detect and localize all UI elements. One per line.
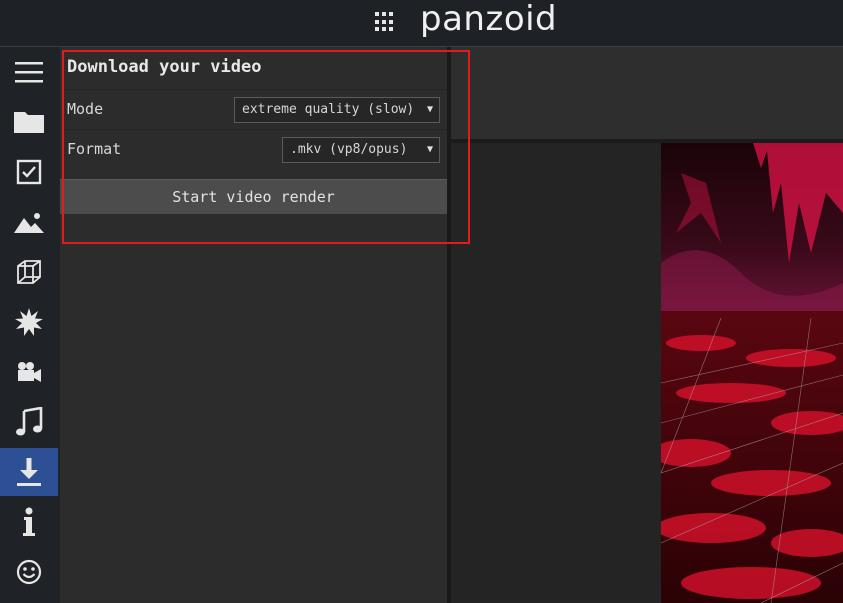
nav-download[interactable] [0,448,58,496]
menu-icon [15,62,43,83]
music-icon [16,407,43,436]
nav-about[interactable] [0,548,58,596]
nav-3d[interactable] [0,248,58,296]
burst-icon [15,308,43,336]
icon-sidebar [0,47,60,603]
menu-button[interactable] [0,48,58,96]
apps-grid-icon[interactable] [375,12,395,32]
cube-icon [17,260,41,284]
video-preview[interactable] [661,143,843,603]
folder-icon [14,112,44,133]
info-icon [23,507,35,536]
format-select[interactable]: .mkv (vp8/opus) ▼ [282,137,440,163]
top-bar: panzoid [0,0,843,47]
smiley-icon [16,559,42,585]
nav-info[interactable] [0,498,58,546]
mode-select[interactable]: extreme quality (slow) ▼ [234,97,440,123]
nav-effects[interactable] [0,298,58,346]
format-value: .mkv (vp8/opus) [290,142,408,157]
download-icon [17,458,41,486]
image-icon [14,213,44,233]
camera-icon [18,362,41,382]
nav-folder[interactable] [0,98,58,146]
format-label: Format [67,140,122,158]
panel-title: Download your video [67,57,262,77]
format-row: Format .mkv (vp8/opus) ▼ [60,129,447,170]
mode-value: extreme quality (slow) [242,102,415,117]
viewer-toolbar [451,47,843,143]
nav-checkbox[interactable] [0,148,58,196]
mode-label: Mode [67,100,104,118]
nav-music[interactable] [0,398,58,446]
download-panel: Download your video Mode extreme quality… [60,47,447,603]
brand-logo[interactable]: panzoid [420,0,557,43]
checkbox-icon [16,159,42,185]
start-render-button[interactable]: Start video render [60,179,447,214]
dropdown-arrow-icon: ▼ [426,144,433,155]
preview-image [661,143,843,603]
nav-image[interactable] [0,198,58,246]
dropdown-arrow-icon: ▼ [426,104,433,115]
nav-camera[interactable] [0,348,58,396]
mode-row: Mode extreme quality (slow) ▼ [60,89,447,130]
